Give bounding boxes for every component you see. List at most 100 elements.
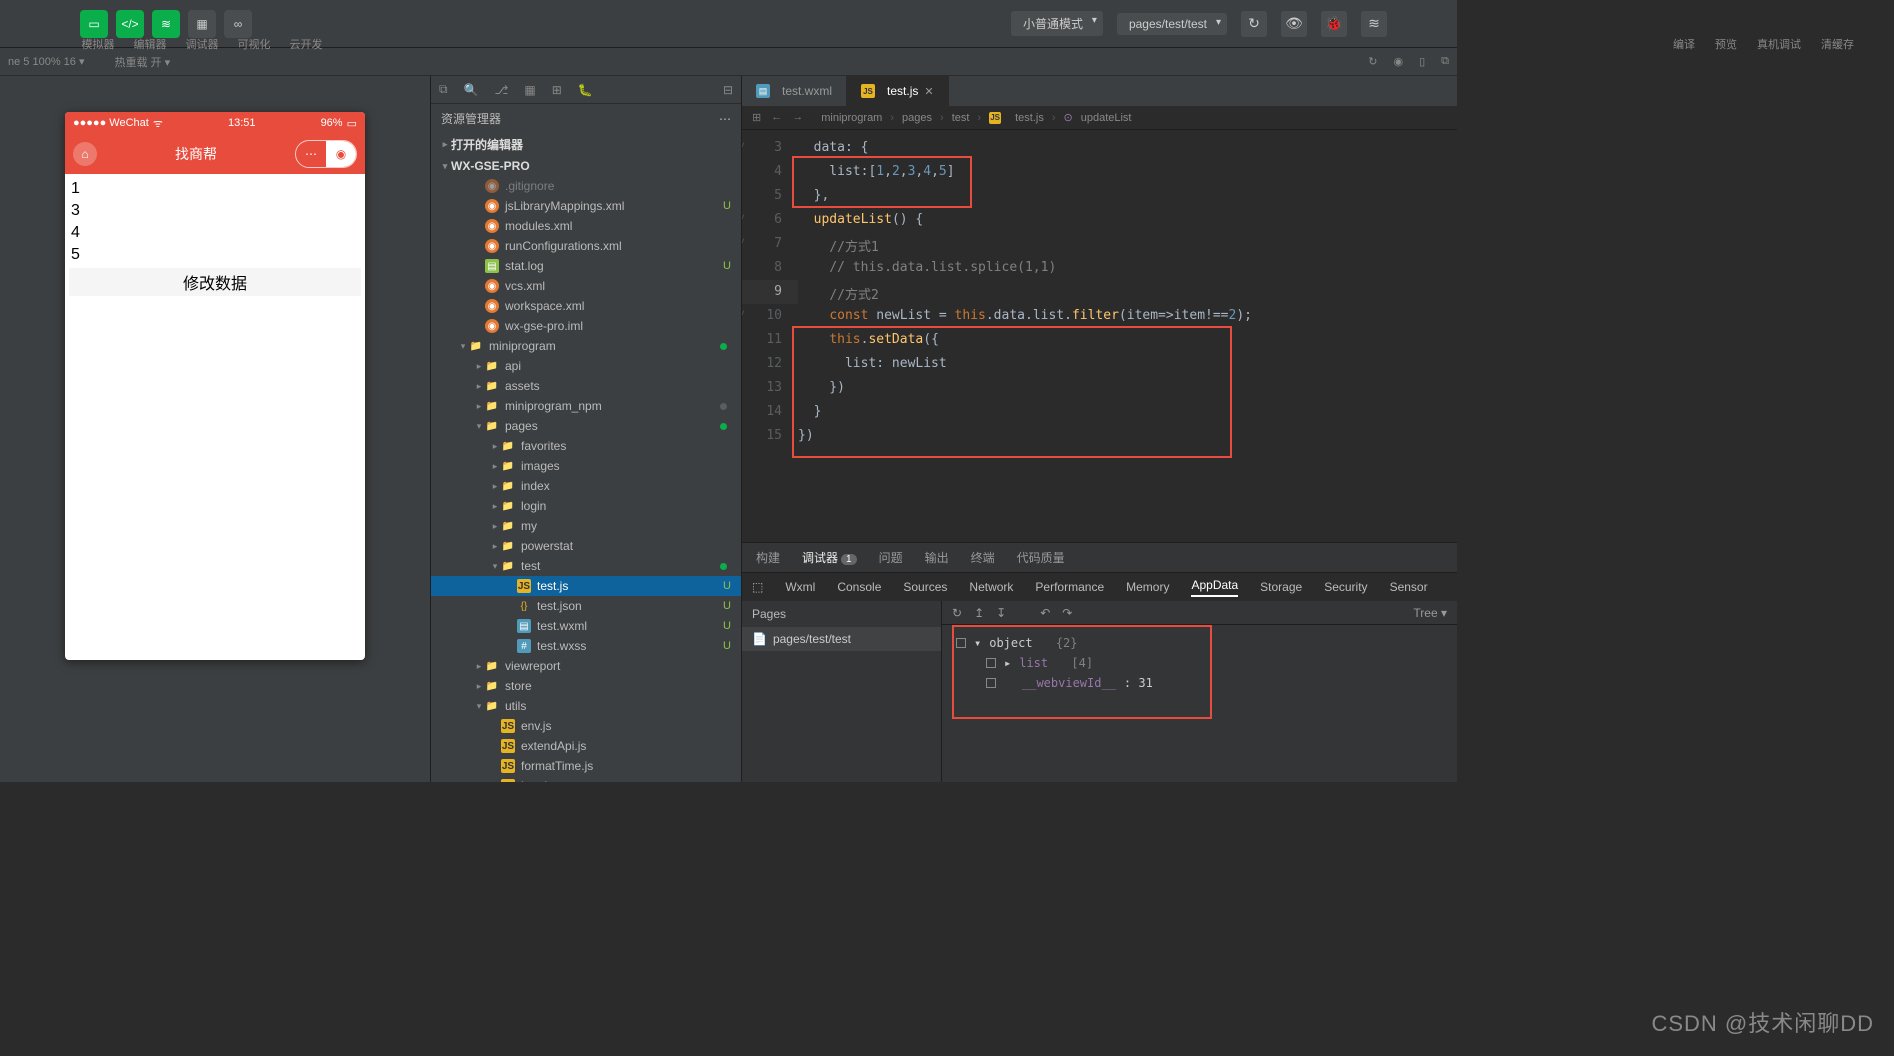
editor-toggle-button[interactable]: </>	[116, 10, 144, 38]
bc-test[interactable]: test	[952, 112, 970, 124]
appdata-tree[interactable]: ▾object {2} ▸list [4] __webviewId__: 31	[942, 625, 1457, 701]
refresh-icon[interactable]: ↻	[952, 606, 962, 620]
tree-item-workspace.xml[interactable]: ◉workspace.xml	[431, 296, 741, 316]
debug-tab-调试器[interactable]: 调试器1	[802, 549, 857, 566]
devtool-tab-Security[interactable]: Security	[1324, 580, 1367, 594]
tree-item-stat.log[interactable]: ▤stat.logU	[431, 256, 741, 276]
tree-item-jsLibraryMappings.xml[interactable]: ◉jsLibraryMappings.xmlU	[431, 196, 741, 216]
bug-icon[interactable]: 🐛	[578, 83, 593, 97]
bc-file[interactable]: test.js	[1015, 112, 1044, 124]
tree-item-runConfigurations.xml[interactable]: ◉runConfigurations.xml	[431, 236, 741, 256]
up-icon[interactable]: ↥	[974, 606, 984, 620]
debug-tab-终端[interactable]: 终端	[971, 549, 995, 566]
tree-item-wx-gse-pro.iml[interactable]: ◉wx-gse-pro.iml	[431, 316, 741, 336]
grid-icon[interactable]: ▦	[524, 83, 535, 97]
devtool-tab-AppData[interactable]: AppData	[1191, 578, 1238, 597]
close-icon[interactable]: ◉	[326, 141, 356, 167]
page-dropdown[interactable]: pages/test/test	[1117, 13, 1227, 35]
inspect-icon[interactable]: ⬚	[752, 580, 763, 594]
dock-icon[interactable]: ⊟	[723, 83, 733, 97]
tree-item-formatTime.js[interactable]: JSformatTime.js	[431, 756, 741, 776]
devtool-tab-Memory[interactable]: Memory	[1126, 580, 1169, 594]
debugger-toggle-button[interactable]: ≋	[152, 10, 180, 38]
db-icon[interactable]: ⊞	[552, 83, 562, 97]
debug-tab-构建[interactable]: 构建	[756, 549, 780, 566]
tree-item-http.js[interactable]: JShttp.js	[431, 776, 741, 782]
search-icon[interactable]: 🔍	[464, 83, 479, 97]
cache-icon[interactable]: ≋	[1361, 11, 1387, 37]
code-editor[interactable]: ˅345˅6˅789˅101112131415 data: { list:[1,…	[742, 130, 1457, 542]
tree-item-pages[interactable]: ▾📁pages	[431, 416, 741, 436]
nav-fwd-icon[interactable]: →	[792, 111, 803, 124]
tree-item-extendApi.js[interactable]: JSextendApi.js	[431, 736, 741, 756]
git-icon[interactable]: ⎇	[495, 83, 509, 97]
capsule-button[interactable]: ⋯ ◉	[295, 140, 357, 168]
simulator-toggle-button[interactable]: ▭	[80, 10, 108, 38]
devtool-tab-Console[interactable]: Console	[837, 580, 881, 594]
editor-tab-test.wxml[interactable]: ▤test.wxml	[742, 76, 847, 106]
device-icon[interactable]: ▯	[1419, 55, 1425, 68]
refresh-icon[interactable]: ↻	[1241, 11, 1267, 37]
tree-item-miniprogram_npm[interactable]: ▸📁miniprogram_npm	[431, 396, 741, 416]
open-editors-section[interactable]: ▸打开的编辑器	[431, 133, 741, 156]
debug-tab-问题[interactable]: 问题	[879, 549, 903, 566]
page-item[interactable]: 📄 pages/test/test	[742, 627, 941, 651]
menu-icon[interactable]: ⋯	[296, 141, 326, 167]
devtool-tab-Wxml[interactable]: Wxml	[785, 580, 815, 594]
modify-button[interactable]: 修改数据	[69, 268, 361, 296]
files-icon[interactable]: ⧉	[439, 82, 448, 97]
tree-item-miniprogram[interactable]: ▾📁miniprogram	[431, 336, 741, 356]
tree-item-test.wxml[interactable]: ▤test.wxmlU	[431, 616, 741, 636]
devtool-tab-Sources[interactable]: Sources	[903, 580, 947, 594]
tree-item-api[interactable]: ▸📁api	[431, 356, 741, 376]
close-icon[interactable]: ✕	[924, 85, 933, 98]
tree-item-.gitignore[interactable]: ◉.gitignore	[431, 176, 741, 196]
bc-miniprogram[interactable]: miniprogram	[821, 112, 882, 124]
tree-item-vcs.xml[interactable]: ◉vcs.xml	[431, 276, 741, 296]
tree-item-test.json[interactable]: {}test.jsonU	[431, 596, 741, 616]
record-icon[interactable]: ◉	[1393, 55, 1403, 68]
devtool-tab-Storage[interactable]: Storage	[1260, 580, 1302, 594]
tree-item-test.js[interactable]: JStest.jsU	[431, 576, 741, 596]
down-icon[interactable]: ↧	[996, 606, 1006, 620]
tree-dropdown[interactable]: Tree ▾	[1413, 606, 1447, 620]
code-body[interactable]: data: { list:[1,2,3,4,5] }, updateList()…	[798, 130, 1457, 542]
bc-method[interactable]: updateList	[1081, 112, 1132, 124]
nav-back-icon[interactable]: ←	[771, 111, 782, 124]
tree-item-assets[interactable]: ▸📁assets	[431, 376, 741, 396]
tree-item-viewreport[interactable]: ▸📁viewreport	[431, 656, 741, 676]
undo-icon[interactable]: ↶	[1040, 606, 1050, 620]
tree-item-store[interactable]: ▸📁store	[431, 676, 741, 696]
mode-dropdown[interactable]: 小普通模式	[1011, 11, 1103, 36]
home-icon[interactable]: ⌂	[73, 142, 97, 166]
devtool-tab-Performance[interactable]: Performance	[1035, 580, 1104, 594]
bc-pages[interactable]: pages	[902, 112, 932, 124]
more-icon[interactable]: ⋯	[719, 112, 731, 126]
rotate-icon[interactable]: ↻	[1368, 55, 1377, 68]
redo-icon[interactable]: ↷	[1062, 606, 1072, 620]
tree-item-powerstat[interactable]: ▸📁powerstat	[431, 536, 741, 556]
cloud-toggle-button[interactable]: ∞	[224, 10, 252, 38]
tree-item-index[interactable]: ▸📁index	[431, 476, 741, 496]
tree-item-my[interactable]: ▸📁my	[431, 516, 741, 536]
visual-toggle-button[interactable]: ▦	[188, 10, 216, 38]
devtool-tab-Network[interactable]: Network	[969, 580, 1013, 594]
editor-tab-test.js[interactable]: JStest.js✕	[847, 76, 949, 106]
window-icon[interactable]: ⧉	[1441, 55, 1449, 68]
tree-item-favorites[interactable]: ▸📁favorites	[431, 436, 741, 456]
device-dropdown[interactable]: ne 5 100% 16 ▾	[8, 55, 84, 68]
tree-item-login[interactable]: ▸📁login	[431, 496, 741, 516]
tree-item-utils[interactable]: ▾📁utils	[431, 696, 741, 716]
preview-icon[interactable]: 👁	[1281, 11, 1307, 37]
tree-item-test.wxss[interactable]: #test.wxssU	[431, 636, 741, 656]
debug-tab-代码质量[interactable]: 代码质量	[1017, 549, 1065, 566]
tree-item-images[interactable]: ▸📁images	[431, 456, 741, 476]
hot-reload-dropdown[interactable]: 热重载 开 ▾	[114, 54, 170, 70]
project-section[interactable]: ▾WX-GSE-PRO	[431, 156, 741, 176]
debug-icon[interactable]: 🐞	[1321, 11, 1347, 37]
tree-item-modules.xml[interactable]: ◉modules.xml	[431, 216, 741, 236]
tree-item-test[interactable]: ▾📁test	[431, 556, 741, 576]
layout-icon[interactable]: ⊞	[752, 111, 761, 124]
tree-item-env.js[interactable]: JSenv.js	[431, 716, 741, 736]
debug-tab-输出[interactable]: 输出	[925, 549, 949, 566]
